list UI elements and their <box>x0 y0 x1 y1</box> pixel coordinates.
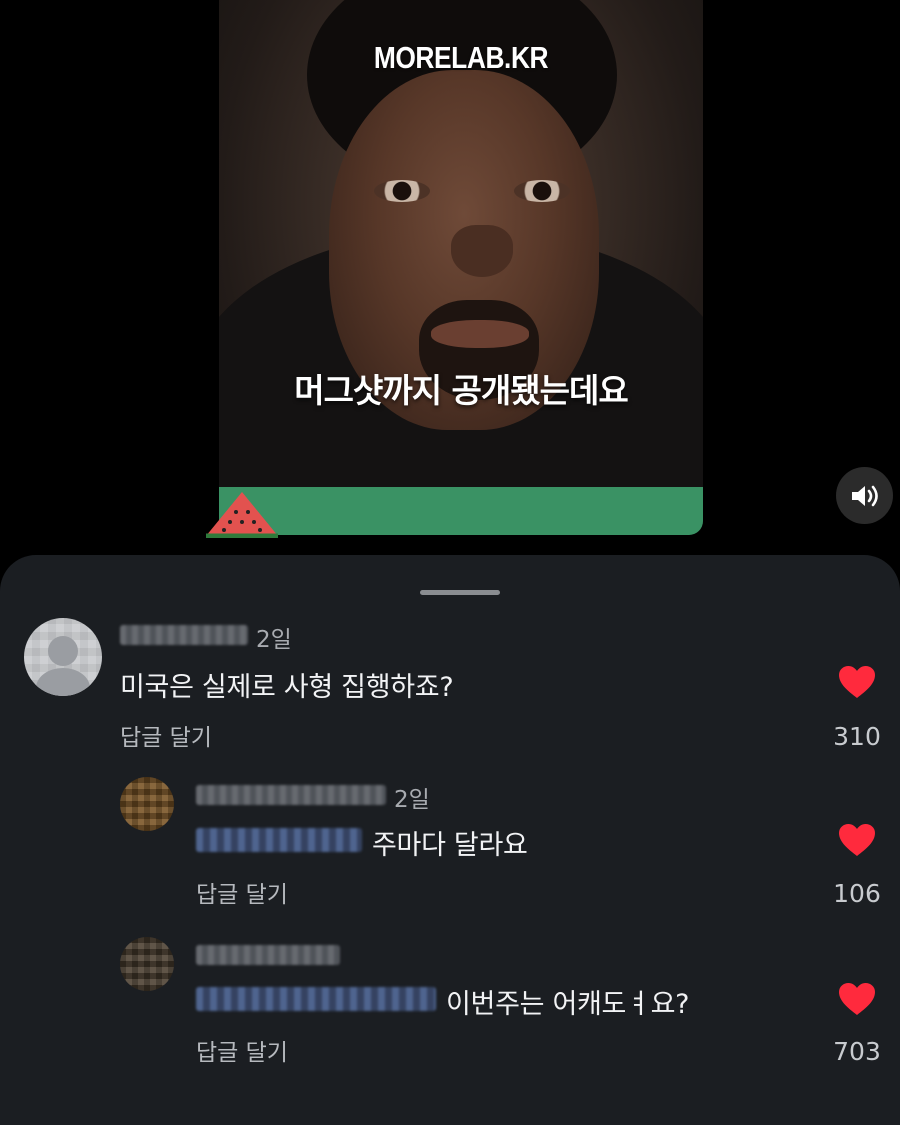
avatar[interactable] <box>24 618 102 696</box>
avatar[interactable] <box>120 937 174 991</box>
video-frame-eye <box>514 180 570 202</box>
heart-icon[interactable] <box>838 665 876 699</box>
heart-icon[interactable] <box>838 982 876 1016</box>
video-frame-nose <box>451 225 513 277</box>
reply-button[interactable]: 답글 달기 <box>196 1033 288 1067</box>
avatar[interactable] <box>120 777 174 831</box>
comment-time: 2일 <box>256 627 292 653</box>
sheet-drag-handle[interactable] <box>420 590 500 595</box>
username-blurred[interactable] <box>196 945 340 965</box>
reply-button[interactable]: 답글 달기 <box>120 718 212 752</box>
mute-button[interactable] <box>836 467 893 524</box>
username-blurred[interactable] <box>196 785 386 805</box>
mention-blurred[interactable] <box>196 828 362 852</box>
username-blurred[interactable] <box>120 625 248 645</box>
speaker-icon <box>851 485 878 506</box>
heart-icon[interactable] <box>838 823 876 857</box>
comment-time: 2일 <box>394 787 430 813</box>
like-count: 106 <box>833 879 881 908</box>
video-frame-eye <box>374 180 430 202</box>
reply-button[interactable]: 답글 달기 <box>196 875 288 909</box>
like-count: 310 <box>833 722 881 751</box>
video-frame-mouth <box>431 320 529 348</box>
comment-text: 주마다 달라요 <box>372 830 528 861</box>
reels-screen: MORELAB.KR 머그샷까지 공개됐는데요 2일 미국은 실제로 사형 집행… <box>0 0 900 1125</box>
video-player[interactable]: MORELAB.KR 머그샷까지 공개됐는데요 <box>219 0 703 535</box>
video-caption: 머그샷까지 공개됐는데요 <box>294 371 628 410</box>
video-watermark: MORELAB.KR <box>373 40 549 75</box>
comment-text: 미국은 실제로 사형 집행하죠? <box>120 672 454 703</box>
video-footer-bar <box>219 487 703 535</box>
watermelon-icon <box>206 492 278 538</box>
mention-blurred[interactable] <box>196 987 436 1011</box>
like-count: 703 <box>833 1037 881 1066</box>
comment-text: 이번주는 어캐도ㅕ요? <box>446 989 690 1020</box>
comments-sheet: 2일 미국은 실제로 사형 집행하죠? 답글 달기 310 2일 주마다 달라요… <box>0 555 900 1125</box>
